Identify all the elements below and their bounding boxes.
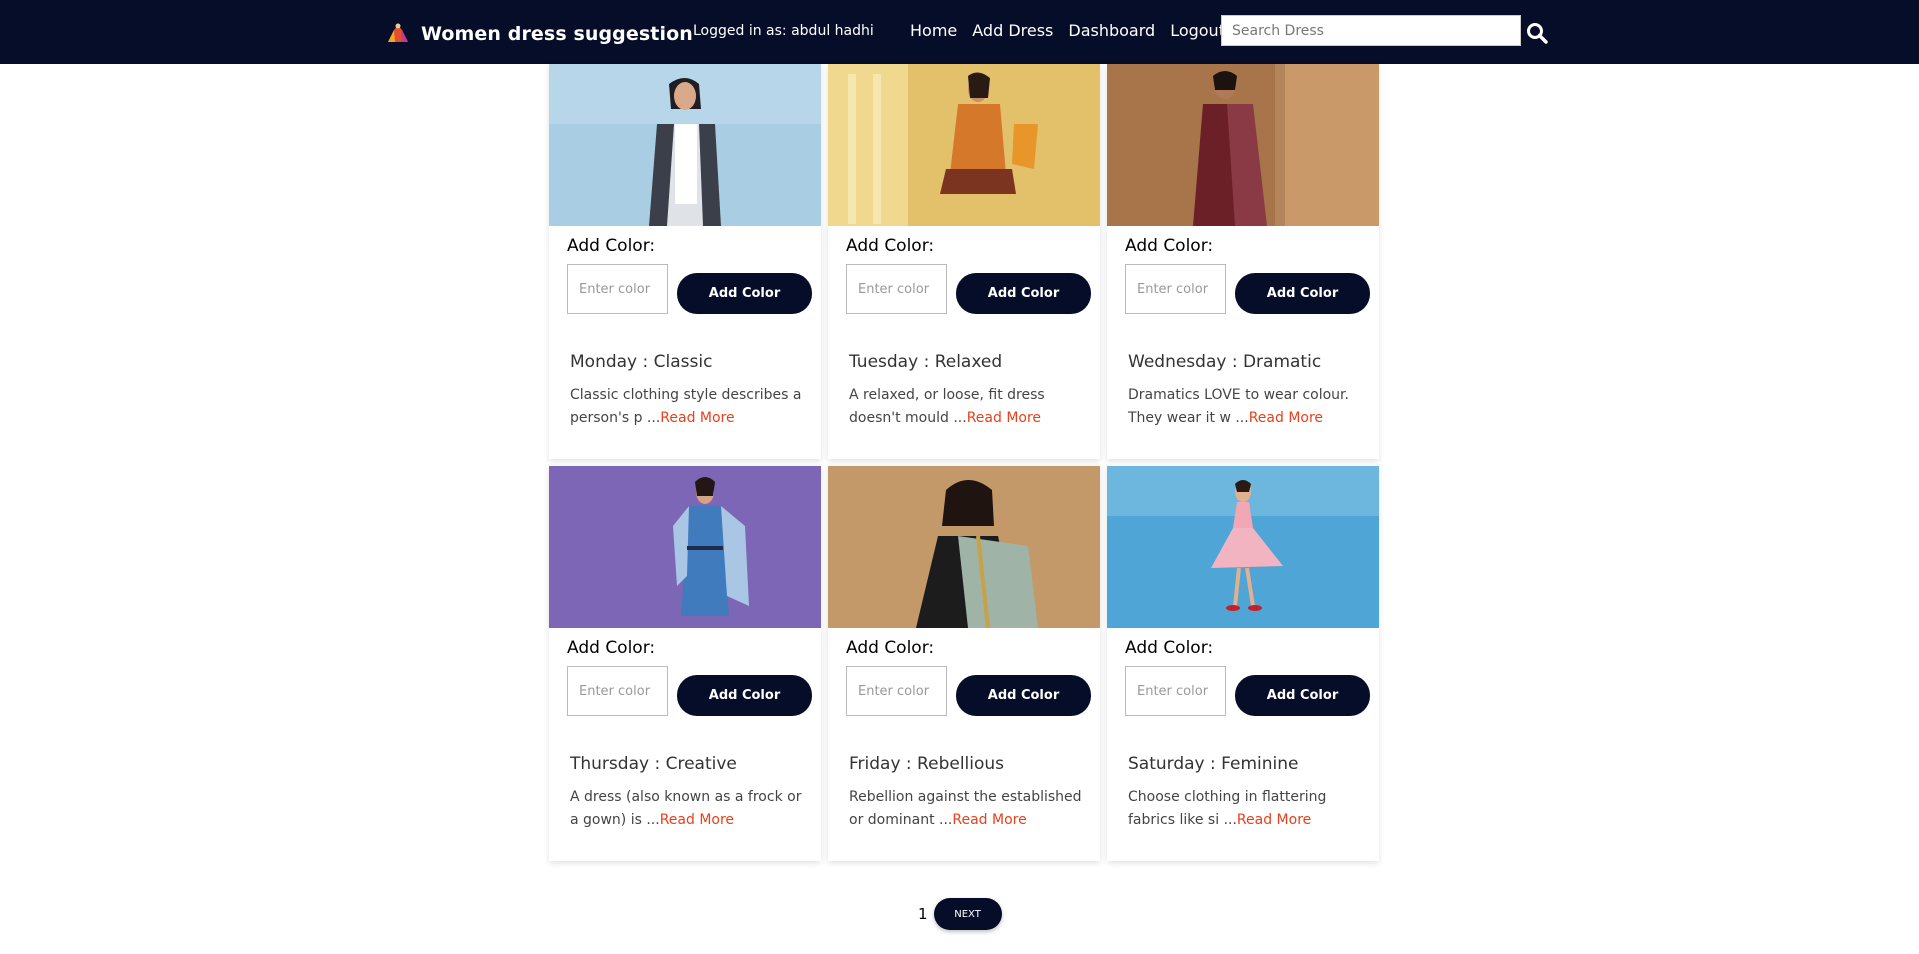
add-color-button[interactable]: Add Color xyxy=(1235,273,1370,314)
dress-card: Add Color: Add Color Wednesday : Dramati… xyxy=(1107,64,1379,459)
add-color-label: Add Color: xyxy=(567,236,656,256)
add-color-label: Add Color: xyxy=(1125,236,1214,256)
card-title: Thursday : Creative xyxy=(570,754,737,774)
dress-grid: Add Color: Add Color Monday : Classic Cl… xyxy=(549,64,1379,861)
next-page-button[interactable]: NEXT xyxy=(933,898,1002,930)
add-color-button[interactable]: Add Color xyxy=(1235,675,1370,716)
search-icon[interactable] xyxy=(1526,22,1548,44)
dress-photo[interactable] xyxy=(549,64,821,226)
add-color-button[interactable]: Add Color xyxy=(677,273,812,314)
add-color-button[interactable]: Add Color xyxy=(956,273,1091,314)
add-color-button[interactable]: Add Color xyxy=(956,675,1091,716)
card-title: Wednesday : Dramatic xyxy=(1128,352,1322,372)
dress-card: Add Color: Add Color Monday : Classic Cl… xyxy=(549,64,821,459)
nav-logout-link[interactable]: Logout xyxy=(1170,21,1225,40)
nav-links: Home Add Dress Dashboard Logout xyxy=(910,21,1240,40)
logged-in-user: Logged in as: abdul hadhi xyxy=(693,23,874,39)
read-more-link[interactable]: Read More xyxy=(1249,410,1323,426)
dress-card: Add Color: Add Color Saturday : Feminine… xyxy=(1107,466,1379,861)
dress-logo-icon xyxy=(384,20,412,48)
color-input[interactable] xyxy=(846,264,947,314)
brand[interactable]: Women dress suggestion xyxy=(384,18,693,50)
card-excerpt: Rebellion against the established or dom… xyxy=(849,786,1089,832)
dress-photo[interactable] xyxy=(549,466,821,628)
add-color-label: Add Color: xyxy=(846,236,935,256)
dress-photo[interactable] xyxy=(828,466,1100,628)
card-excerpt: Classic clothing style describes a perso… xyxy=(570,384,810,430)
dress-card: Add Color: Add Color Tuesday : Relaxed A… xyxy=(828,64,1100,459)
search-input[interactable] xyxy=(1221,15,1521,46)
color-input[interactable] xyxy=(567,666,668,716)
add-color-label: Add Color: xyxy=(1125,638,1214,658)
read-more-link[interactable]: Read More xyxy=(1237,812,1311,828)
card-title: Monday : Classic xyxy=(570,352,713,372)
brand-title: Women dress suggestion xyxy=(421,23,693,45)
add-color-label: Add Color: xyxy=(846,638,935,658)
nav-add-dress-link[interactable]: Add Dress xyxy=(972,21,1053,40)
card-excerpt: A dress (also known as a frock or a gown… xyxy=(570,786,810,832)
card-excerpt: Choose clothing in flattering fabrics li… xyxy=(1128,786,1368,832)
dress-photo[interactable] xyxy=(1107,466,1379,628)
add-color-button[interactable]: Add Color xyxy=(677,675,812,716)
dress-card: Add Color: Add Color Friday : Rebellious… xyxy=(828,466,1100,861)
color-input[interactable] xyxy=(1125,666,1226,716)
read-more-link[interactable]: Read More xyxy=(660,812,734,828)
read-more-link[interactable]: Read More xyxy=(967,410,1041,426)
pagination: 1 NEXT xyxy=(918,898,1002,930)
card-title: Tuesday : Relaxed xyxy=(849,352,1003,372)
current-page-number[interactable]: 1 xyxy=(918,905,928,923)
card-excerpt: Dramatics LOVE to wear colour. They wear… xyxy=(1128,384,1368,430)
nav-home-link[interactable]: Home xyxy=(910,21,957,40)
add-color-label: Add Color: xyxy=(567,638,656,658)
read-more-link[interactable]: Read More xyxy=(660,410,734,426)
card-title: Saturday : Feminine xyxy=(1128,754,1299,774)
dress-photo[interactable] xyxy=(1107,64,1379,226)
color-input[interactable] xyxy=(846,666,947,716)
color-input[interactable] xyxy=(1125,264,1226,314)
color-input[interactable] xyxy=(567,264,668,314)
dress-card: Add Color: Add Color Thursday : Creative… xyxy=(549,466,821,861)
card-title: Friday : Rebellious xyxy=(849,754,1005,774)
navbar: Women dress suggestion Logged in as: abd… xyxy=(0,0,1919,64)
dress-photo[interactable] xyxy=(828,64,1100,226)
read-more-link[interactable]: Read More xyxy=(952,812,1026,828)
card-excerpt: A relaxed, or loose, fit dress doesn't m… xyxy=(849,384,1089,430)
nav-dashboard-link[interactable]: Dashboard xyxy=(1068,21,1155,40)
